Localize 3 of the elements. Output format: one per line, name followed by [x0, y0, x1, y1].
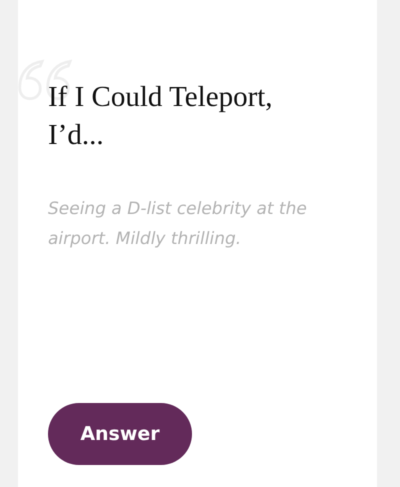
answer-text: Seeing a D-list celebrity at the airport. Mildly thrilling. [48, 198, 308, 251]
answer-button[interactable]: Answer [48, 403, 192, 465]
prompt-title: If I Could Teleport, I’d... [48, 80, 274, 153]
